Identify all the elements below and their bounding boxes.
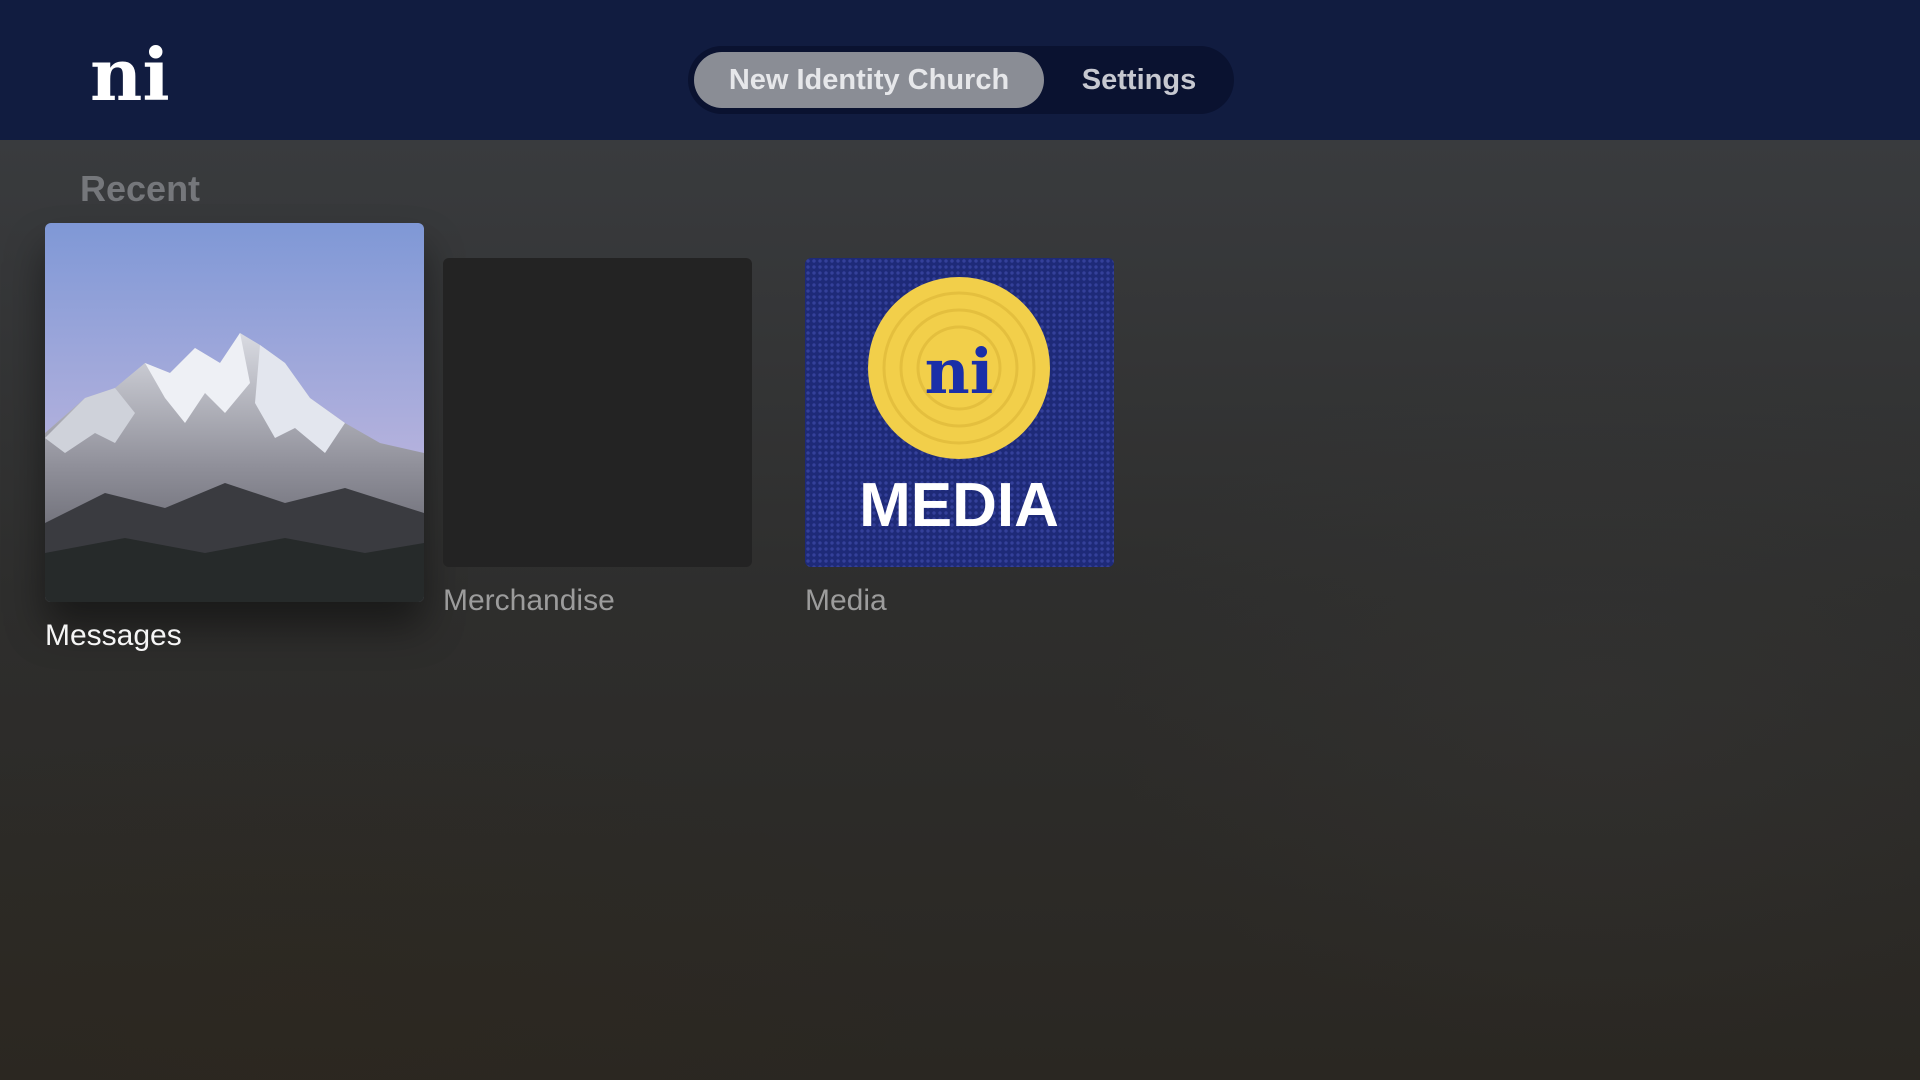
card-label-merchandise: Merchandise (443, 584, 615, 617)
media-thumbnail: ni MEDIA (805, 258, 1114, 567)
merchandise-thumbnail (443, 258, 752, 567)
tab-new-identity-church[interactable]: New Identity Church (694, 52, 1044, 108)
tab-settings[interactable]: Settings (1050, 52, 1228, 108)
media-logo-mark: ni (925, 335, 994, 408)
app-logo-text: ni (90, 32, 168, 110)
card-merchandise[interactable]: Merchandise (443, 258, 752, 628)
media-logo-image: ni MEDIA (859, 277, 1059, 540)
card-label-messages: Messages (45, 619, 182, 652)
top-navigation-bar: ni New Identity Church Settings (0, 0, 1920, 140)
section-title-recent: Recent (80, 168, 201, 209)
card-messages[interactable]: Messages (45, 223, 424, 663)
card-label-media: Media (805, 584, 887, 617)
mountain-image (45, 223, 424, 602)
card-media[interactable]: ni MEDIA Media (805, 258, 1114, 628)
tab-bar: New Identity Church Settings (688, 46, 1234, 114)
media-wordmark: MEDIA (859, 471, 1059, 540)
app-logo: ni (90, 32, 168, 110)
messages-thumbnail (45, 223, 424, 602)
